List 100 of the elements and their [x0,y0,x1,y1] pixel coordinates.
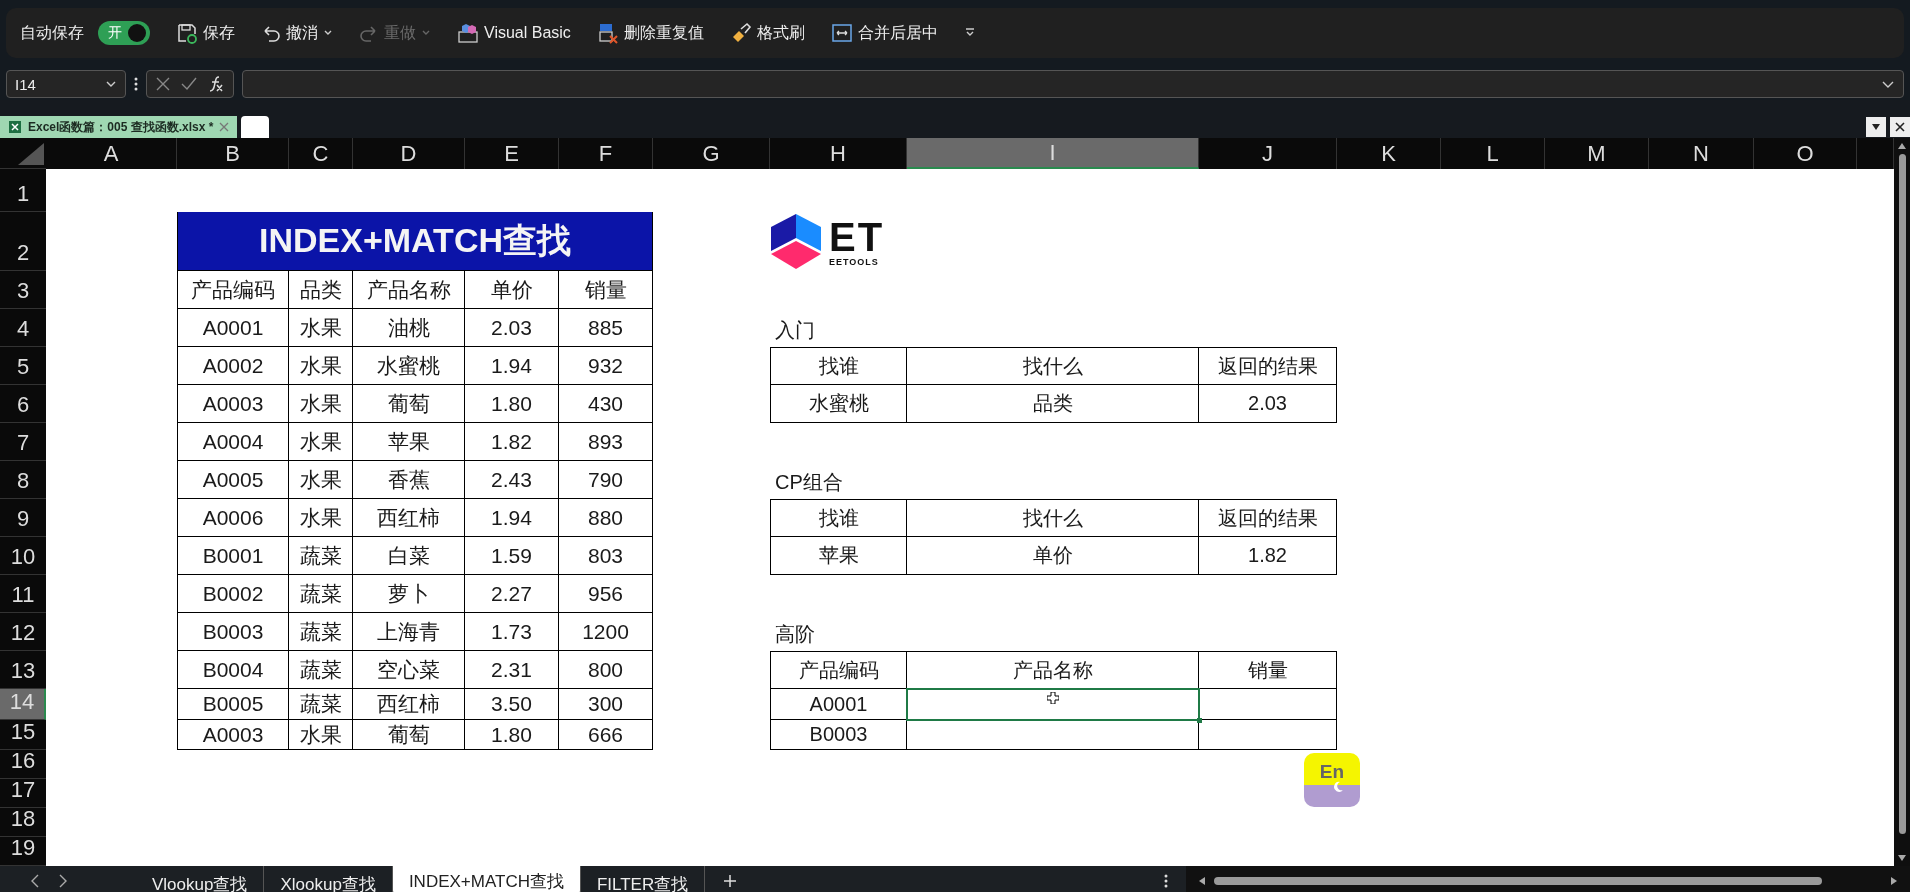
section-label: 入门 [774,318,816,343]
table-cell: 1.82 [1199,537,1337,575]
row-header[interactable]: 18 [0,808,46,837]
column-header[interactable]: O [1754,138,1857,169]
function-icon[interactable] [207,75,225,93]
scroll-up-icon[interactable] [1897,142,1907,150]
input-method-badge[interactable]: En [1304,753,1360,807]
table-cell: 水果 [289,720,353,750]
visual-basic-button[interactable]: Visual Basic [457,22,571,44]
cancel-icon[interactable] [155,76,171,92]
formula-input[interactable] [242,70,1904,98]
row-header[interactable]: 10 [0,537,46,575]
row-header[interactable]: 9 [0,499,46,537]
row-header[interactable]: 19 [0,837,46,866]
row-header[interactable]: 1 [0,169,46,212]
column-header[interactable]: A [46,138,177,169]
empty-cell[interactable] [1199,689,1337,720]
close-button[interactable] [1890,117,1910,137]
sheet-tab[interactable]: FILTER查找 [580,866,706,892]
column-header[interactable]: L [1441,138,1545,169]
save-icon [176,22,198,44]
table-cell: 300 [559,689,653,720]
column-heading: 产品名称 [907,651,1199,689]
table-cell: 水蜜桃 [353,347,465,385]
column-header[interactable]: I [907,138,1199,169]
column-header[interactable]: M [1545,138,1649,169]
column-header[interactable]: E [465,138,559,169]
remove-duplicates-button[interactable]: 删除重复值 [596,22,704,44]
table-cell: B0004 [177,651,289,689]
table-cell: 水果 [289,309,353,347]
column-header[interactable]: C [289,138,353,169]
vertical-scrollbar[interactable] [1894,138,1910,866]
empty-cell[interactable] [907,720,1199,750]
merge-center-button[interactable]: 合并后居中 [830,22,938,44]
column-heading: 返回的结果 [1199,347,1337,385]
scroll-left-icon[interactable] [1198,876,1206,886]
row-header[interactable]: 7 [0,423,46,461]
column-heading: 返回的结果 [1199,499,1337,537]
table-cell: 2.27 [465,575,559,613]
table-cell: B0005 [177,689,289,720]
undo-button[interactable]: 撤消 [261,22,333,44]
column-header[interactable]: B [177,138,289,169]
checkmark-icon[interactable] [181,76,197,92]
row-header[interactable]: 3 [0,271,46,309]
table-cell: 葡萄 [353,720,465,750]
table-cell: 1.82 [465,423,559,461]
more-options-icon[interactable] [134,77,138,91]
scroll-right-icon[interactable] [1890,876,1898,886]
remove-duplicates-icon [596,22,619,44]
table-cell: 品类 [907,385,1199,423]
sheet-tab[interactable]: INDEX+MATCH查找 [392,866,581,892]
row-header[interactable]: 8 [0,461,46,499]
add-sheet-icon[interactable] [723,874,738,888]
table-cell: 空心菜 [353,651,465,689]
table-cell: 蔬菜 [289,613,353,651]
table-cell: A0003 [177,385,289,423]
row-header[interactable]: 15 [0,720,46,750]
empty-cell[interactable] [1199,720,1337,750]
new-tab-button[interactable] [241,116,270,138]
table-cell: 蔬菜 [289,575,353,613]
column-header[interactable]: G [653,138,770,169]
autosave-label: 自动保存 [20,22,84,43]
column-header[interactable]: N [1649,138,1754,169]
horizontal-scrollbar[interactable] [1186,866,1910,892]
logo-mark: ET [829,216,885,257]
table-cell: B0001 [177,537,289,575]
column-header[interactable]: F [559,138,653,169]
column-header[interactable]: H [770,138,907,169]
row-header[interactable]: 12 [0,613,46,651]
row-header[interactable]: 6 [0,385,46,423]
table-cell: 1.94 [465,499,559,537]
format-painter-button[interactable]: 格式刷 [729,22,805,44]
table-cell: 油桃 [353,309,465,347]
column-heading: 品类 [289,271,353,309]
name-box[interactable]: I14 [6,70,126,98]
row-header[interactable]: 17 [0,779,46,808]
column-header[interactable]: J [1199,138,1337,169]
row-header[interactable]: 14 [0,689,46,720]
save-button[interactable]: 保存 [176,22,235,44]
previous-sheet-icon[interactable] [30,874,40,888]
row-header[interactable]: 5 [0,347,46,385]
scroll-down-icon[interactable] [1897,854,1907,862]
row-header[interactable]: 2 [0,212,46,271]
column-header[interactable]: K [1337,138,1441,169]
close-icon[interactable] [219,122,230,132]
workbook-tab[interactable]: Excel函数篇：005 查找函数.xlsx * [0,116,238,138]
table-cell: 893 [559,423,653,461]
next-sheet-icon[interactable] [58,874,68,888]
redo-icon [359,23,379,43]
more-options-icon[interactable] [1164,874,1168,888]
row-header[interactable]: 13 [0,651,46,689]
undo-icon [261,23,281,43]
logo-wordmark: EETOOLS [829,256,880,267]
column-header[interactable]: D [353,138,465,169]
row-header[interactable]: 4 [0,309,46,347]
column-heading: 找什么 [907,499,1199,537]
row-header[interactable]: 16 [0,750,46,779]
tab-list-button[interactable] [1866,117,1886,137]
table-cell: 上海青 [353,613,465,651]
row-header[interactable]: 11 [0,575,46,613]
